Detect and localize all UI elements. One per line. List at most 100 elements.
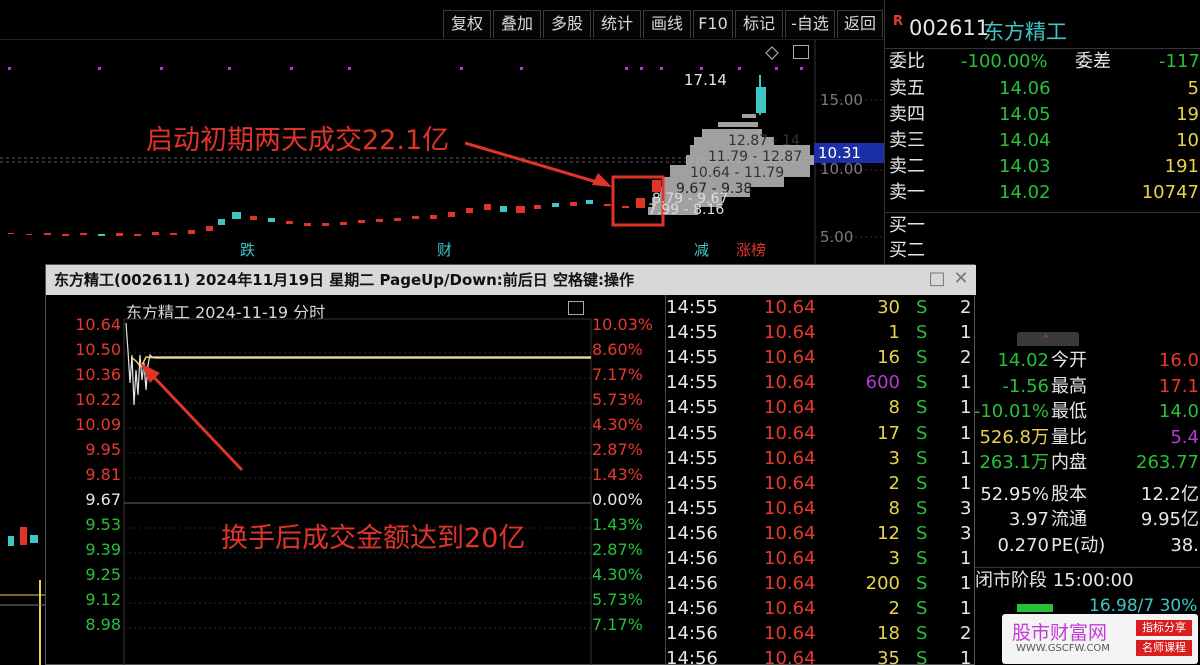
tick-side: S	[916, 598, 928, 620]
y-axis-percent-label: 1.43%	[592, 515, 643, 534]
tick-side: S	[916, 497, 928, 519]
tick-row: 14:55 10.64 17 S 1	[666, 421, 976, 446]
f10-button[interactable]: F10	[693, 10, 733, 38]
bid-level-label: 买二	[889, 240, 925, 261]
event-tag-drop[interactable]: 跌	[240, 239, 255, 260]
maximize-icon[interactable]: □	[928, 270, 946, 288]
ask-level-label: 卖四	[889, 104, 925, 125]
y-axis-percent-label: 0.00%	[592, 490, 643, 509]
y-axis-percent-label: 2.87%	[592, 440, 643, 459]
tick-count: 2	[960, 347, 972, 369]
weicha-label: 委差	[1075, 51, 1111, 72]
intraday-chart[interactable]: 东方精工 2024-11-19 分时 换手后成交金额达到20亿 10.64 10…	[46, 295, 666, 665]
add-watchlist-button[interactable]: -自选	[785, 10, 835, 38]
panel-toggle-icon[interactable]	[793, 45, 809, 59]
tick-count: 1	[960, 548, 972, 569]
y-axis-percent-label: 2.87%	[592, 540, 643, 559]
chip-range-label: 7.99 - 8.16	[648, 202, 725, 218]
kline-chart[interactable]: 15.00 10.00 5.00 10.31 17.14 12.87 - 14 …	[0, 40, 884, 265]
y-axis-percent-label: 7.17%	[592, 365, 643, 384]
watermark-site: 股市财富网	[1012, 622, 1108, 644]
popup-title[interactable]: 东方精工(002611) 2024年11月19日 星期二 PageUp/Down…	[46, 265, 976, 295]
tick-price: 10.64	[764, 297, 816, 318]
stat-value-left: -10.01%	[973, 401, 1049, 422]
stock-name: 东方精工	[983, 20, 1067, 44]
stat-value-left: 52.95%	[980, 483, 1049, 505]
ask-price: 14.06	[999, 78, 1051, 99]
tick-volume: 16	[877, 347, 900, 369]
tick-volume: 8	[888, 497, 900, 519]
ask-volume: 10747	[1141, 182, 1199, 203]
bid-row: 买一	[885, 212, 1200, 238]
statistics-button[interactable]: 统计	[593, 10, 641, 38]
stat-value-left: 14.02	[997, 350, 1049, 371]
ask-row: 卖二 14.03 191	[885, 154, 1200, 180]
tick-row: 14:56 10.64 18 S 2	[666, 621, 976, 646]
stat-label: 量比	[1051, 426, 1087, 448]
event-tag-limit-list[interactable]: 涨榜	[736, 239, 766, 260]
ask-price: 14.04	[999, 130, 1051, 151]
ask-level-label: 卖五	[889, 78, 925, 99]
stat-value-right: 5.4	[1170, 426, 1199, 448]
tick-time: 14:55	[666, 447, 718, 469]
intraday-popup[interactable]: 东方精工(002611) 2024年11月19日 星期二 PageUp/Down…	[45, 264, 976, 665]
y-axis-percent-label: 4.30%	[592, 415, 643, 434]
ask-row: 卖四 14.05 19	[885, 102, 1200, 128]
y-axis-price-label: 10.09	[75, 415, 121, 434]
y-axis-price-label: 10.22	[75, 390, 121, 409]
overlay-button[interactable]: 叠加	[493, 10, 541, 38]
tick-row: 14:55 10.64 2 S 1	[666, 471, 976, 496]
price-axis-label-5: 5.00	[820, 228, 854, 246]
tick-volume: 18	[877, 623, 900, 645]
turnover-annotation: 换手后成交金额达到20亿	[221, 523, 526, 554]
y-axis-percent-label: 5.73%	[592, 590, 643, 609]
mark-button[interactable]: 标记	[735, 10, 783, 38]
tick-time: 14:56	[666, 648, 718, 665]
event-tag-finance[interactable]: 财	[437, 239, 452, 260]
stat-value-right: 12.2亿	[1140, 483, 1199, 505]
bid-row: 买二	[885, 238, 1200, 264]
ask-volume: 191	[1164, 156, 1199, 177]
bid-level-label: 买一	[889, 215, 925, 236]
tick-row: 14:55 10.64 600 S 1	[666, 370, 976, 395]
tick-price: 10.64	[764, 497, 816, 519]
tick-price: 10.64	[764, 573, 816, 595]
tick-count: 1	[960, 397, 972, 419]
ask-volume: 5	[1187, 78, 1199, 99]
tick-time: 14:55	[666, 422, 718, 444]
tick-count: 1	[960, 372, 972, 394]
back-button[interactable]: 返回	[837, 10, 883, 38]
ask-level-label: 卖二	[889, 156, 925, 177]
volume-annotation: 启动初期两天成交22.1亿	[146, 125, 450, 156]
stat-value-right: 17.1	[1158, 375, 1199, 397]
ask-row: 卖五 14.06 5	[885, 76, 1200, 102]
tick-time: 14:55	[666, 472, 718, 494]
tick-count: 3	[960, 497, 972, 519]
ask-level-label: 卖一	[889, 182, 925, 203]
weicha-value: -117	[1159, 51, 1200, 72]
weibi-label: 委比	[889, 51, 925, 72]
restore-rights-button[interactable]: 复权	[443, 10, 491, 38]
event-tag-reduce[interactable]: 减	[694, 239, 709, 260]
tick-time: 14:55	[666, 347, 718, 369]
y-axis-price-label: 9.25	[85, 565, 121, 584]
draw-line-button[interactable]: 画线	[643, 10, 691, 38]
tick-volume: 3	[888, 548, 900, 569]
stat-label: 今开	[1051, 350, 1087, 371]
tick-row: 14:55 10.64 1 S 1	[666, 320, 976, 345]
tick-side: S	[916, 623, 928, 645]
multi-stock-button[interactable]: 多股	[543, 10, 591, 38]
ask-row: 卖一 14.02 10747	[885, 180, 1200, 206]
tick-price: 10.64	[764, 347, 816, 369]
close-icon[interactable]: ✕	[952, 270, 970, 288]
tick-volume: 2	[888, 472, 900, 494]
stat-label: 内盘	[1051, 452, 1087, 473]
tick-price: 10.64	[764, 648, 816, 665]
tick-side: S	[916, 548, 928, 569]
stat-value-right: 16.0	[1158, 350, 1199, 371]
stat-value-left: 526.8万	[979, 426, 1049, 448]
stat-label: 股本	[1051, 483, 1087, 505]
ask-volume: 19	[1176, 104, 1199, 125]
tick-side: S	[916, 322, 928, 344]
ask-level-label: 卖三	[889, 130, 925, 151]
